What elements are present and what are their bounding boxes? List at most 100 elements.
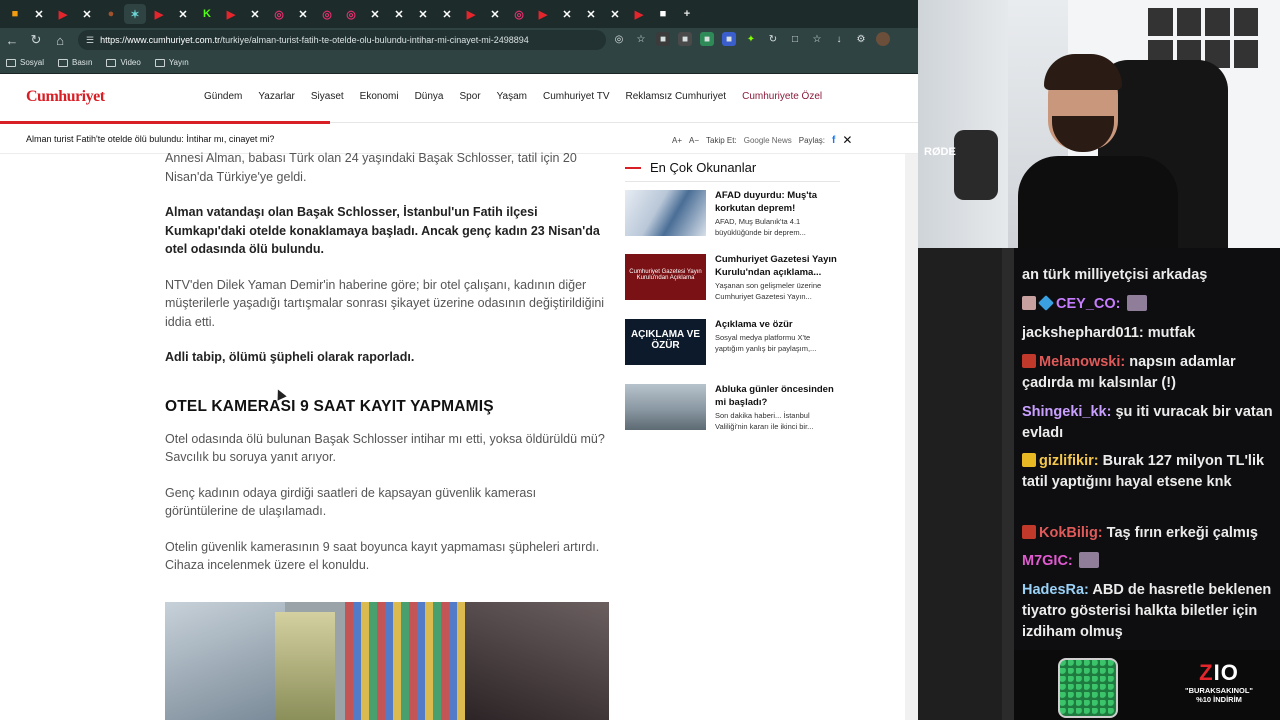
home-button[interactable]: ⌂ <box>48 28 72 52</box>
sidebar-icon[interactable]: □ <box>788 32 802 46</box>
address-bar[interactable]: ☰ https://www.cumhuriyet.com.tr/turkiye/… <box>78 30 606 50</box>
nav-item-yasam[interactable]: Yaşam <box>489 91 535 102</box>
font-decrease-button[interactable]: A− <box>689 136 699 145</box>
brand-letter: Z <box>1199 660 1214 685</box>
extension-icon[interactable]: ■ <box>678 32 692 46</box>
chat-scrollbar[interactable] <box>1002 248 1014 720</box>
browser-tab[interactable]: ▶ <box>220 4 242 24</box>
most-read-item[interactable]: AFAD duyurdu: Muş'ta korkutan deprem! AF… <box>625 190 840 246</box>
browser-tab[interactable]: ▶ <box>628 4 650 24</box>
browser-tab[interactable]: ✕ <box>172 4 194 24</box>
site-header: Cumhuriyet Gündem Yazarlar Siyaset Ekono… <box>0 74 918 122</box>
favorites-icon[interactable]: ☆ <box>810 32 824 46</box>
browser-tab[interactable]: ✕ <box>484 4 506 24</box>
browser-tab[interactable]: ▶ <box>148 4 170 24</box>
download-icon[interactable]: ↓ <box>832 32 846 46</box>
browser-tab[interactable]: ◎ <box>340 4 362 24</box>
nav-item-siyaset[interactable]: Siyaset <box>303 91 352 102</box>
extension-icon[interactable]: ■ <box>656 32 670 46</box>
browser-tab[interactable]: ▶ <box>460 4 482 24</box>
back-button[interactable]: ← <box>0 28 24 52</box>
nav-item-gundem[interactable]: Gündem <box>196 91 250 102</box>
browser-tab[interactable]: ✕ <box>556 4 578 24</box>
news-thumbnail[interactable] <box>625 384 706 430</box>
extensions-puzzle-icon[interactable]: ⚙ <box>854 32 868 46</box>
x-icon: ✕ <box>250 8 260 21</box>
browser-tab[interactable]: K <box>196 4 218 24</box>
browser-tab[interactable]: ◎ <box>268 4 290 24</box>
news-thumbnail[interactable]: Cumhuriyet Gazetesi Yayın Kurulu'ndan Aç… <box>625 254 706 300</box>
chat-username[interactable]: jackshephard011: <box>1022 325 1144 341</box>
chat-username[interactable]: CEY_CO: <box>1056 296 1120 312</box>
news-headline[interactable]: AFAD duyurdu: Muş'ta korkutan deprem! <box>715 189 840 215</box>
x-icon: ✕ <box>370 8 380 21</box>
browser-tab[interactable]: ✕ <box>388 4 410 24</box>
streamer-body <box>1018 156 1178 248</box>
browser-tab[interactable]: ✕ <box>364 4 386 24</box>
news-headline[interactable]: Cumhuriyet Gazetesi Yayın Kurulu'ndan aç… <box>715 253 840 279</box>
page-scrollbar[interactable] <box>905 154 918 720</box>
nav-item-yazarlar[interactable]: Yazarlar <box>250 91 303 102</box>
nav-item-spor[interactable]: Spor <box>451 91 488 102</box>
news-headline[interactable]: Açıklama ve özür <box>715 318 840 331</box>
browser-tab[interactable]: ✶ <box>124 4 146 24</box>
chat-username[interactable]: M7GIC: <box>1022 553 1073 569</box>
extension-icon[interactable]: ■ <box>700 32 714 46</box>
nav-item-cumhuriyet-tv[interactable]: Cumhuriyet TV <box>535 91 618 102</box>
youtube-icon: ▶ <box>634 8 644 21</box>
chat-username[interactable]: gizlifikir: <box>1039 453 1099 469</box>
extension-icon[interactable]: ■ <box>722 32 736 46</box>
browser-tab[interactable]: ✕ <box>436 4 458 24</box>
browser-tab[interactable]: ✕ <box>244 4 266 24</box>
x-share-icon[interactable]: ✕ <box>842 133 852 147</box>
site-info-icon[interactable]: ☰ <box>86 35 94 46</box>
browser-tab[interactable]: ◎ <box>508 4 530 24</box>
browser-tab[interactable]: ■ <box>4 4 26 24</box>
browser-tab[interactable]: ▶ <box>532 4 554 24</box>
browser-tab[interactable]: ✕ <box>292 4 314 24</box>
bookmark-folder-yayin[interactable]: Yayın <box>154 58 189 67</box>
most-read-item[interactable]: AÇIKLAMA VE ÖZÜR Açıklama ve özür Sosyal… <box>625 319 840 375</box>
translate-icon[interactable]: ◎ <box>612 32 626 46</box>
sponsor-logo: ZIO "BURAKSAKINOL" %10 İNDİRİM <box>1164 660 1274 704</box>
browser-tab[interactable]: ✕ <box>412 4 434 24</box>
profile-avatar[interactable] <box>876 32 890 46</box>
browser-tab[interactable]: ✕ <box>28 4 50 24</box>
extensions-area: ◎ ☆ ■ ■ ■ ■ ✦ ↻ □ ☆ ↓ ⚙ <box>612 32 890 46</box>
chat-username[interactable]: Shingeki_kk: <box>1022 404 1111 420</box>
new-tab-button[interactable]: + <box>676 4 698 24</box>
bookmark-folder-sosyal[interactable]: Sosyal <box>6 58 44 67</box>
nav-item-dunya[interactable]: Dünya <box>407 91 452 102</box>
browser-tab[interactable]: ✕ <box>604 4 626 24</box>
nav-item-reklamsiz[interactable]: Reklamsız Cumhuriyet <box>618 91 735 102</box>
site-logo[interactable]: Cumhuriyet <box>26 88 105 106</box>
chat-message: jackshephard011: mutfak <box>1022 323 1274 344</box>
news-thumbnail[interactable]: AÇIKLAMA VE ÖZÜR <box>625 319 706 365</box>
refresh-ext-icon[interactable]: ↻ <box>766 32 780 46</box>
browser-tab[interactable]: ◎ <box>316 4 338 24</box>
bookmark-folder-basin[interactable]: Basın <box>58 58 92 67</box>
google-news-link[interactable]: Google News <box>744 136 792 145</box>
chat-username[interactable]: Melanowski: <box>1039 354 1125 370</box>
browser-tab[interactable]: ✕ <box>76 4 98 24</box>
facebook-share-icon[interactable]: f <box>832 135 835 146</box>
browser-tab[interactable]: ● <box>100 4 122 24</box>
font-increase-button[interactable]: A+ <box>672 136 682 145</box>
news-headline[interactable]: Abluka günler öncesinden mi başladı? <box>715 383 840 409</box>
reload-button[interactable]: ↻ <box>24 28 48 52</box>
image-region <box>345 602 465 720</box>
chat-username[interactable]: KokBilig: <box>1039 525 1103 541</box>
most-read-item[interactable]: Cumhuriyet Gazetesi Yayın Kurulu'ndan Aç… <box>625 254 840 310</box>
chat-username[interactable]: HadesRa: <box>1022 582 1089 598</box>
browser-tab[interactable]: ■ <box>652 4 674 24</box>
most-read-item[interactable]: Abluka günler öncesinden mi başladı? Son… <box>625 384 840 440</box>
browser-tab[interactable]: ✕ <box>580 4 602 24</box>
bookmark-star-icon[interactable]: ☆ <box>634 32 648 46</box>
article-image[interactable] <box>165 602 609 720</box>
nav-item-cumhuriyete-ozel[interactable]: Cumhuriyete Özel <box>734 91 830 102</box>
news-thumbnail[interactable] <box>625 190 706 236</box>
bookmark-folder-video[interactable]: Video <box>106 58 141 67</box>
browser-tab[interactable]: ▶ <box>52 4 74 24</box>
nav-item-ekonomi[interactable]: Ekonomi <box>352 91 407 102</box>
extension-icon[interactable]: ✦ <box>744 32 758 46</box>
